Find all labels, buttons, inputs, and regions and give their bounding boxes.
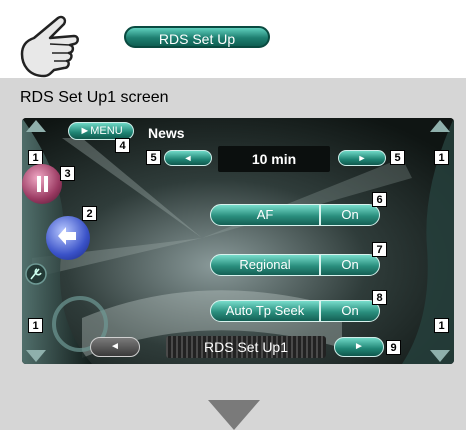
callout-1-top-left: 1 — [28, 150, 43, 165]
callout-1-bottom-right: 1 — [434, 318, 449, 333]
callout-3: 3 — [60, 166, 75, 181]
previous-page-button[interactable]: ◄ — [90, 337, 140, 357]
return-arrow-icon — [58, 227, 76, 245]
callout-6: 6 — [372, 192, 387, 207]
touch-hand-icon — [20, 15, 79, 78]
regional-value: On — [341, 257, 359, 272]
pause-button[interactable] — [22, 164, 62, 204]
rds-setup-button[interactable]: RDS Set Up — [124, 26, 270, 48]
af-label: AF — [211, 205, 321, 225]
af-setting-button[interactable]: AF On — [210, 204, 380, 226]
bottom-bar: ◄ RDS Set Up1 ► 9 — [90, 336, 401, 358]
callout-5-left: 5 — [146, 150, 161, 165]
auto-tp-seek-value: On — [341, 303, 359, 318]
callout-4: 4 — [115, 138, 130, 153]
callout-7: 7 — [372, 242, 387, 257]
callout-5-right: 5 — [390, 150, 405, 165]
section-title: News — [148, 125, 185, 141]
auto-tp-seek-label: Auto Tp Seek — [211, 301, 321, 321]
callout-1-top-right: 1 — [434, 150, 449, 165]
news-interrupt-time: 10 min — [218, 146, 330, 172]
time-decrease-button[interactable]: ◄ — [164, 150, 212, 166]
af-value: On — [341, 207, 359, 222]
callout-1-bottom-left: 1 — [28, 318, 43, 333]
return-button[interactable] — [46, 216, 90, 260]
screen-title: RDS Set Up1 — [166, 336, 326, 358]
regional-label: Regional — [211, 255, 321, 275]
pause-icon — [37, 176, 48, 192]
regional-setting-button[interactable]: Regional On — [210, 254, 380, 276]
rds-setup1-screen: 1 1 1 1 ►MENU 4 3 2 News 5 ◄ 10 min ► 5 … — [22, 118, 454, 364]
down-arrow-icon — [208, 400, 260, 430]
callout-9: 9 — [386, 340, 401, 355]
auto-tp-seek-setting-button[interactable]: Auto Tp Seek On — [210, 300, 380, 322]
next-page-button[interactable]: ► — [334, 337, 384, 357]
callout-8: 8 — [372, 290, 387, 305]
page-subtitle: RDS Set Up1 screen — [20, 89, 169, 106]
callout-2: 2 — [82, 206, 97, 221]
time-increase-button[interactable]: ► — [338, 150, 386, 166]
